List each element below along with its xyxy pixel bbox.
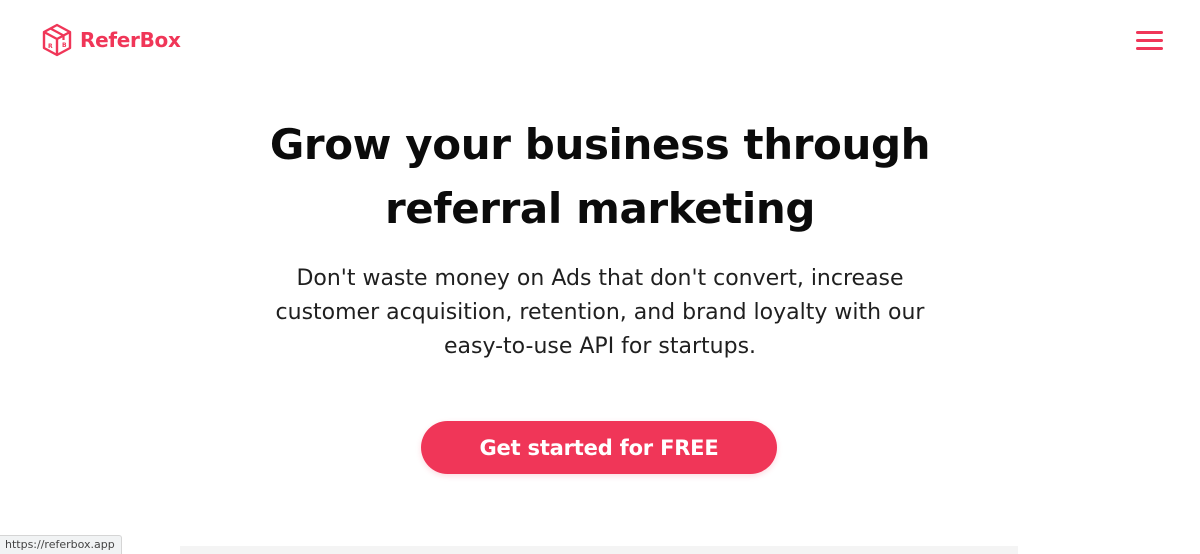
hero-title: Grow your business through referral mark… <box>200 113 1000 241</box>
hero-title-line: referral marketing <box>384 184 816 233</box>
hero-section: Grow your business through referral mark… <box>0 0 1200 554</box>
hero-subtitle-line: easy-to-use API for startups. <box>443 334 757 359</box>
get-started-button[interactable]: Get started for FREE <box>421 421 777 474</box>
hero-subtitle: Don't waste money on Ads that don't conv… <box>240 262 960 364</box>
next-section-edge <box>180 546 1018 554</box>
status-bar-url: https://referbox.app <box>0 535 122 554</box>
hero-title-line: Grow your business through <box>269 120 931 169</box>
hero-subtitle-line: Don't waste money on Ads that don't conv… <box>296 266 904 291</box>
hero-subtitle-line: customer acquisition, retention, and bra… <box>275 300 925 325</box>
